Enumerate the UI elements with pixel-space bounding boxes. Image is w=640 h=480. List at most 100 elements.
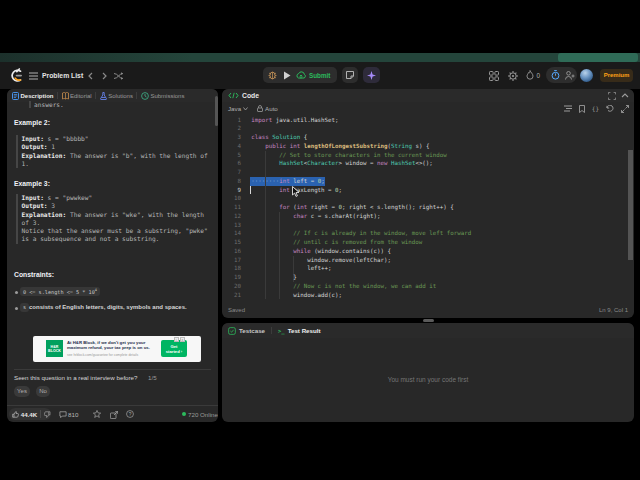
- line-number: 13: [222, 221, 241, 230]
- code-line: // Set to store characters in the curren…: [251, 151, 446, 160]
- tab-test-result[interactable]: Test Result: [288, 327, 321, 334]
- promo-banner-cta[interactable]: [558, 53, 638, 62]
- line-number: 21: [222, 291, 241, 300]
- line-number: 15: [222, 238, 241, 247]
- comment-count[interactable]: 810: [68, 411, 78, 418]
- top-navbar: Problem List Submit: [0, 62, 640, 89]
- ad-info-icon[interactable]: i: [174, 337, 179, 342]
- description-icon: [12, 92, 19, 100]
- timer-icon[interactable]: [551, 70, 560, 80]
- code-line: HashSet<Character> window = new HashSet<…: [251, 159, 433, 168]
- constraint-text: consists of English letters, digits, sym…: [29, 304, 187, 310]
- lock-icon: [257, 105, 263, 112]
- collapse-icon[interactable]: [621, 93, 629, 98]
- line-number: 9: [222, 186, 241, 195]
- editorial-icon: [62, 92, 69, 100]
- comments-icon[interactable]: [59, 411, 67, 418]
- example-title: Example 3:: [14, 180, 50, 187]
- description-panel: Description Editorial Solutions Submissions…: [7, 89, 218, 422]
- line-number: 5: [222, 151, 241, 160]
- scrolled-text-fragment: answers.: [29, 101, 64, 108]
- ad-headline: At H&R Block, if we don't get you your m…: [67, 340, 159, 350]
- code-editor[interactable]: 1import java.util.HashSet;23class Soluti…: [222, 115, 634, 304]
- submit-cloud-icon[interactable]: [296, 71, 306, 79]
- notes-button[interactable]: [342, 67, 358, 83]
- favorite-star-icon[interactable]: [93, 410, 101, 418]
- line-number: 4: [222, 142, 241, 151]
- bullet-dot: [15, 291, 18, 294]
- code-line: public int lengthOfLongestSubstring(Stri…: [251, 142, 429, 151]
- svg-text:?: ?: [129, 412, 132, 417]
- leetcode-logo[interactable]: [10, 68, 23, 83]
- line-number: 3: [222, 133, 241, 142]
- streak-flame-icon[interactable]: [526, 70, 534, 80]
- tab-editorial[interactable]: Editorial: [62, 92, 92, 100]
- ad-logo: H&RBLOCK: [46, 340, 63, 357]
- submit-button[interactable]: Submit: [309, 72, 330, 79]
- constraint-code: 0 <= s.length <= 5 * 104: [20, 287, 100, 297]
- vote-group: 44.4K: [9, 408, 51, 420]
- constraints-title: Constraints:: [14, 271, 54, 278]
- bookmark-icon[interactable]: [579, 105, 585, 113]
- bullet-dot: [15, 307, 18, 310]
- code-line: class Solution {: [251, 133, 307, 142]
- undo-icon[interactable]: [606, 105, 614, 112]
- code-line: // If c is already in the window, move l…: [251, 229, 471, 238]
- test-panel: Testcase >_ Test Result You must run you…: [222, 323, 634, 422]
- tab-solutions[interactable]: Solutions: [100, 92, 133, 100]
- code-panel: Code Java Auto {} 1import java.util.Hash…: [222, 89, 634, 318]
- problem-list-icon[interactable]: [29, 72, 38, 80]
- code-line: window.remove(leftChar);: [251, 256, 391, 265]
- code-line: ········int left = 0;: [251, 177, 324, 186]
- next-problem-icon[interactable]: [102, 72, 107, 80]
- ad-banner[interactable]: H&RBLOCK At H&R Block, if we don't get y…: [33, 336, 201, 362]
- saved-status: Saved: [228, 307, 245, 313]
- line-number: 20: [222, 282, 241, 291]
- run-icon[interactable]: [283, 71, 291, 80]
- screen: Problem List Submit: [0, 0, 640, 480]
- code-line: char c = s.charAt(right);: [251, 212, 380, 221]
- avatar[interactable]: [580, 69, 593, 82]
- tab-description[interactable]: Description: [12, 92, 54, 100]
- share-icon[interactable]: [110, 411, 118, 419]
- ad-close-icon[interactable]: x: [180, 337, 185, 342]
- divider: [14, 369, 211, 370]
- language-select[interactable]: Java: [228, 105, 241, 112]
- invite-user-icon[interactable]: [565, 71, 575, 80]
- settings-gear-icon[interactable]: [508, 71, 518, 81]
- auto-label[interactable]: Auto: [265, 105, 278, 112]
- expand-icon[interactable]: [621, 105, 629, 113]
- ad-cta-button[interactable]: Getstarted ›: [161, 340, 187, 357]
- prev-problem-icon[interactable]: [88, 72, 93, 80]
- problem-list-label[interactable]: Problem List: [42, 72, 83, 79]
- help-icon[interactable]: ?: [126, 410, 134, 418]
- debug-icon[interactable]: [268, 70, 277, 80]
- layout-icon[interactable]: [489, 71, 499, 81]
- ai-assistant-button[interactable]: [363, 67, 380, 83]
- test-result-icon: >_: [278, 328, 285, 334]
- example-block: Input: s = "bbbbb"Output: 1Explanation: …: [16, 135, 212, 168]
- tab-submissions[interactable]: Submissions: [141, 92, 185, 100]
- code-line: window.add(c);: [251, 291, 342, 300]
- line-number: 2: [222, 124, 241, 133]
- tab-testcase[interactable]: Testcase: [239, 327, 265, 334]
- editor-scrollbar[interactable]: [628, 150, 633, 260]
- panel-resize-handle[interactable]: [423, 319, 434, 322]
- code-line: for (int right = 0; right < s.length(); …: [251, 203, 453, 212]
- format-icon[interactable]: [564, 105, 572, 112]
- survey-no-button[interactable]: No: [36, 386, 50, 397]
- code-icon: [228, 92, 239, 99]
- fullscreen-icon[interactable]: [608, 92, 616, 100]
- description-footer: 44.4K 810 ? 720 Online: [7, 405, 218, 422]
- editor-statusbar: Saved Ln 9, Col 1: [222, 304, 634, 318]
- thumbs-down-icon: [44, 411, 51, 418]
- line-number: 18: [222, 264, 241, 273]
- empty-result-message: You must run your code first: [222, 376, 634, 383]
- premium-button[interactable]: Premium: [600, 69, 633, 82]
- left-scrollbar[interactable]: [215, 96, 218, 126]
- like-count[interactable]: 44.4K: [21, 411, 38, 418]
- shuffle-icon[interactable]: [114, 72, 123, 80]
- promo-banner[interactable]: [0, 53, 640, 62]
- survey-yes-button[interactable]: Yes: [14, 386, 30, 397]
- braces-icon[interactable]: {}: [592, 105, 599, 112]
